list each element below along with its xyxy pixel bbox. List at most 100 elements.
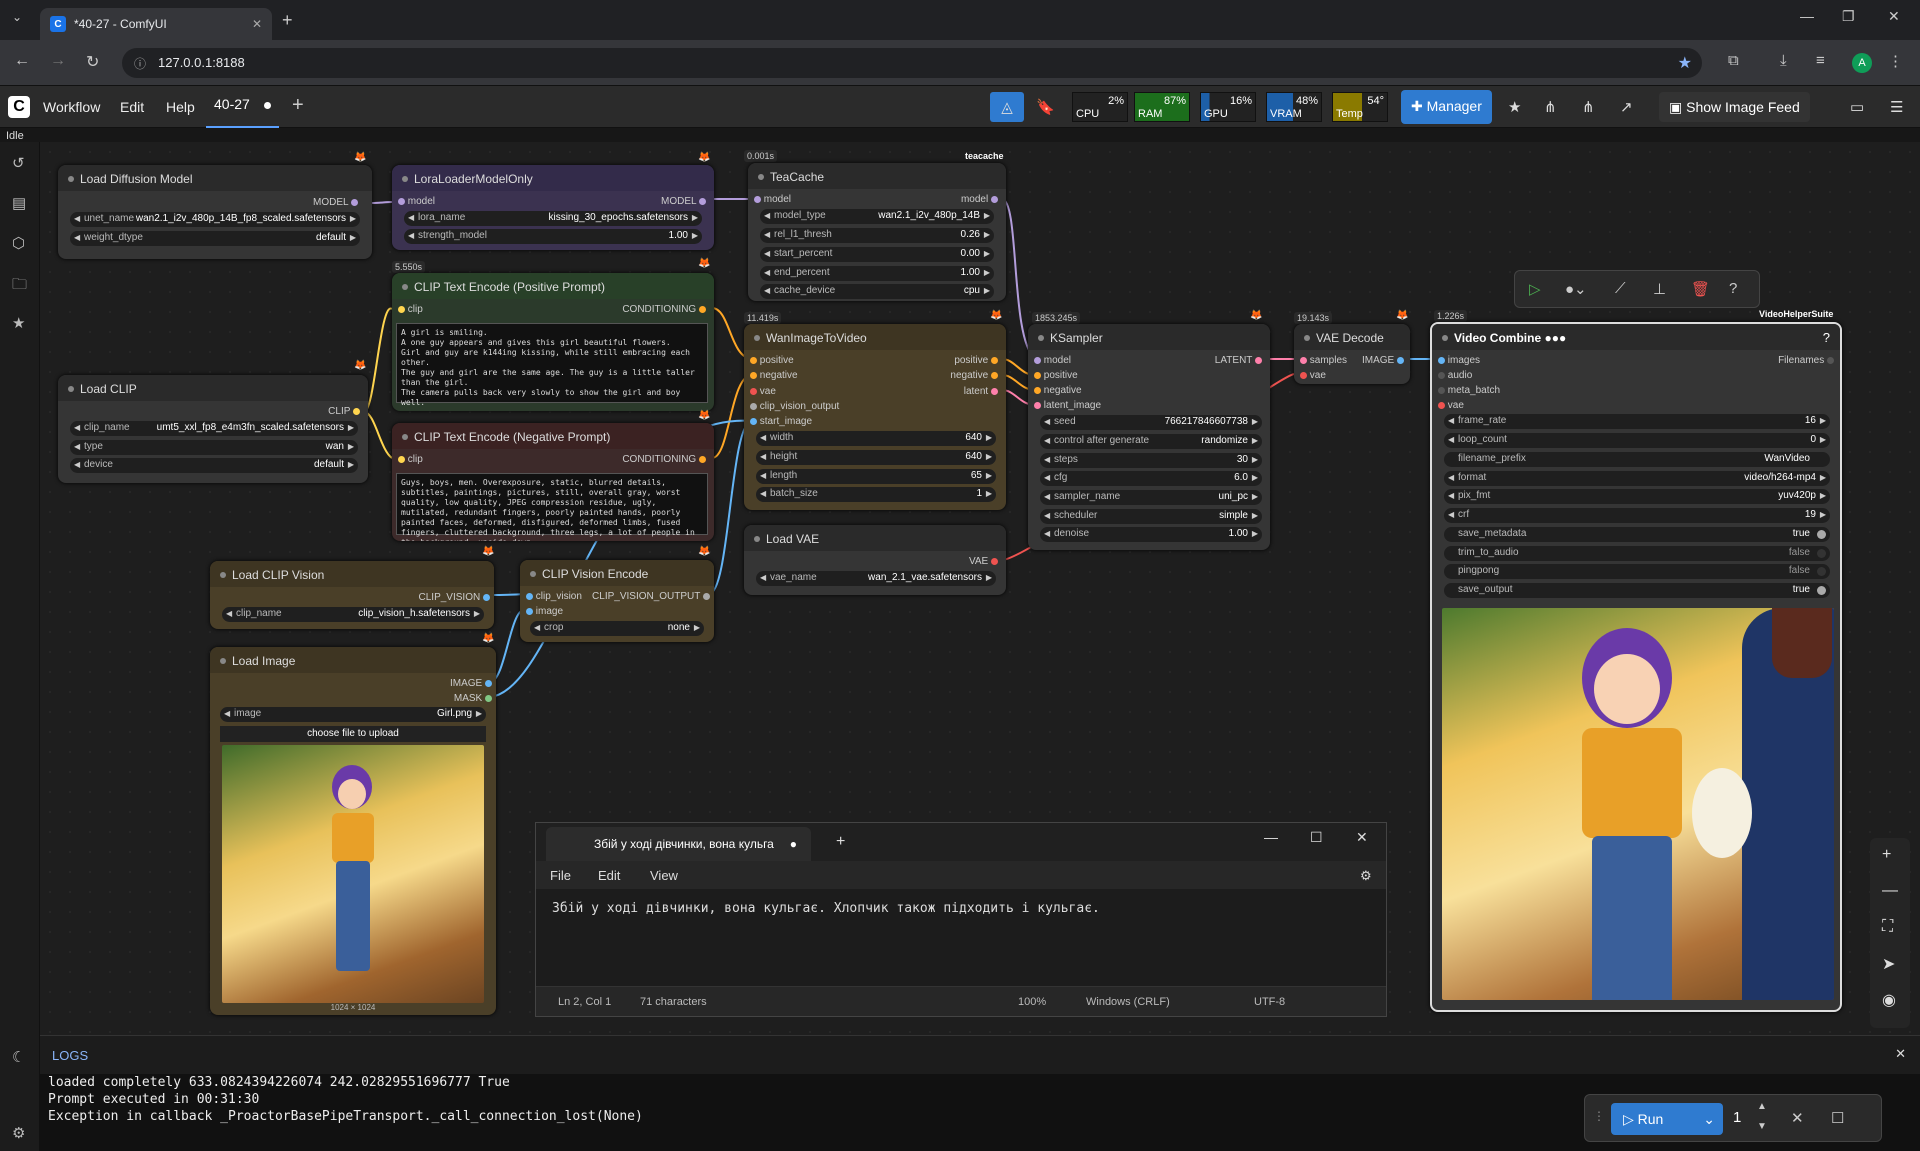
node-lora-loader[interactable]: LoraLoaderModelOnly model MODEL lora_nam… [392, 165, 714, 250]
node-load-clip-vision[interactable]: Load CLIP Vision CLIP_VISION clip_namecl… [210, 561, 494, 629]
input-meta-batch[interactable]: meta_batch [1438, 385, 1500, 396]
input-samples[interactable]: samples [1300, 355, 1347, 366]
toggle-pingpong[interactable]: pingpong false [1444, 564, 1830, 579]
tab-search-icon[interactable]: ⌄ [12, 10, 22, 24]
widget-denoise[interactable]: denoise 1.00 [1040, 527, 1262, 542]
widget-scheduler[interactable]: scheduler simple [1040, 509, 1262, 524]
input-clip-vision-output[interactable]: clip_vision_output [750, 401, 839, 412]
output-clip[interactable]: CLIP [328, 406, 360, 417]
output-model[interactable]: model [961, 194, 998, 205]
notepad-menu-edit[interactable]: Edit [598, 868, 620, 883]
stop-queue-icon[interactable]: ☐ [1831, 1109, 1844, 1127]
widget-width[interactable]: width 640 [756, 431, 996, 446]
input-model[interactable]: model [1034, 355, 1071, 366]
positive-prompt-textarea[interactable]: A girl is smiling. A one guy appears and… [396, 323, 708, 407]
output-positive[interactable]: positive [954, 355, 998, 366]
input-audio[interactable]: audio [1438, 370, 1472, 381]
input-positive[interactable]: positive [1034, 370, 1078, 381]
input-model[interactable]: model [398, 196, 435, 207]
menu-help[interactable]: Help [166, 99, 195, 115]
hamburger-icon[interactable]: ☰ [1890, 98, 1903, 116]
node-wan-image-to-video[interactable]: WanImageToVideo positive negative vae cl… [744, 324, 1006, 510]
node-load-image[interactable]: Load Image IMAGE MASK image Girl.png choo… [210, 647, 496, 1015]
widget-batch-size[interactable]: batch_size 1 [756, 487, 996, 502]
input-model[interactable]: model [754, 194, 791, 205]
notepad-tab[interactable]: Збій у ході дівчинки, вона кульга ● [546, 827, 811, 861]
widget-end-percent[interactable]: end_percent 1.00 [760, 266, 994, 281]
widget-loop-count[interactable]: loop_count 0 [1444, 433, 1830, 448]
bypass-icon[interactable]: ⟋ [1615, 280, 1626, 297]
comfyui-logo[interactable]: C [8, 96, 30, 118]
show-image-feed-button[interactable]: ▣ Show Image Feed [1659, 92, 1810, 122]
run-options-chevron-icon[interactable]: ⌄ [1703, 1111, 1715, 1128]
reload-icon[interactable]: ↻ [86, 52, 99, 72]
drag-handle-icon[interactable]: ⋮ [1593, 1109, 1605, 1123]
maximize-icon[interactable]: ☐ [1310, 829, 1323, 846]
widget-type[interactable]: type wan [70, 440, 358, 455]
output-vae[interactable]: VAE [969, 556, 998, 567]
address-bar[interactable]: ⓘ 127.0.0.1:8188 ★ [122, 48, 1702, 78]
more-dots-icon[interactable]: ●●● [1544, 331, 1566, 345]
output-image[interactable]: IMAGE [450, 678, 492, 689]
node-teacache[interactable]: TeaCache model model model_type wan2.1_i2… [748, 163, 1006, 301]
notepad-menu-file[interactable]: File [550, 868, 571, 883]
media-icon[interactable]: ≡ [1816, 52, 1825, 69]
notepad-new-tab-button[interactable]: + [836, 833, 845, 851]
widget-pix-fmt[interactable]: pix_fmt yuv420p [1444, 489, 1830, 504]
toggle-links-icon[interactable]: ◉ [1882, 990, 1896, 1010]
pan-mode-icon[interactable]: ➤ [1882, 954, 1895, 974]
back-icon[interactable]: ← [14, 52, 30, 70]
input-vae[interactable]: vae [750, 386, 776, 397]
pin-icon[interactable]: ⊥ [1653, 280, 1666, 298]
widget-model-type[interactable]: model_type wan2.1_i2v_480p_14B [760, 209, 994, 224]
widget-vae-name[interactable]: vae_name wan_2.1_vae.safetensors [756, 571, 996, 586]
star-icon[interactable]: ★ [1508, 98, 1521, 116]
output-mask[interactable]: MASK [454, 693, 492, 704]
widget-device[interactable]: device default [70, 458, 358, 473]
node-clip-text-encode-negative[interactable]: CLIP Text Encode (Negative Prompt) clip … [392, 423, 714, 541]
input-clip[interactable]: clip [398, 454, 423, 465]
widget-cache-device[interactable]: cache_device cpu [760, 284, 994, 299]
widget-rel-l1-thresh[interactable]: rel_l1_thresh 0.26 [760, 228, 994, 243]
flow2-icon[interactable]: ⋔ [1582, 98, 1595, 116]
input-negative[interactable]: negative [750, 370, 798, 381]
restore-icon[interactable]: ❐ [1842, 8, 1855, 25]
input-negative[interactable]: negative [1034, 385, 1082, 396]
run-node-icon[interactable]: ▷ [1529, 280, 1541, 298]
input-start-image[interactable]: start_image [750, 416, 812, 427]
download-icon[interactable]: ⤓ [1780, 52, 1787, 69]
input-positive[interactable]: positive [750, 355, 794, 366]
toggle-save-output[interactable]: save_output true [1444, 583, 1830, 598]
run-button[interactable]: ▷ Run ⌄ [1611, 1103, 1723, 1135]
delete-icon[interactable]: 🗑 [1691, 280, 1710, 298]
crystools-icon[interactable]: ◬ [990, 92, 1024, 122]
zoom-out-icon[interactable]: — [1882, 882, 1898, 900]
batch-count-input[interactable]: 1 [1733, 1109, 1741, 1126]
widget-weight-dtype[interactable]: weight_dtype default [70, 231, 360, 246]
output-latent[interactable]: latent [964, 386, 998, 397]
profile-avatar[interactable]: A [1852, 53, 1872, 73]
workflows-icon[interactable]: 🗀 [12, 274, 27, 299]
close-icon[interactable]: ✕ [1356, 829, 1368, 846]
widget-strength-model[interactable]: strength_model 1.00 [404, 229, 702, 244]
widget-filename-prefix[interactable]: filename_prefix WanVideo [1444, 452, 1830, 467]
widget-cfg[interactable]: cfg 6.0 [1040, 471, 1262, 486]
widget-start-percent[interactable]: start_percent 0.00 [760, 247, 994, 262]
share-icon[interactable]: ↗ [1620, 98, 1633, 116]
widget-length[interactable]: length 65 [756, 469, 996, 484]
output-image[interactable]: IMAGE [1362, 355, 1404, 366]
output-filenames[interactable]: Filenames [1778, 355, 1834, 366]
widget-seed[interactable]: seed 766217846607738 [1040, 415, 1262, 430]
widget-steps[interactable]: steps 30 [1040, 453, 1262, 468]
node-clip-vision-encode[interactable]: CLIP Vision Encode clip_vision image CLI… [520, 560, 714, 642]
widget-lora-name[interactable]: lora_name kissing_30_epochs.safetensors [404, 211, 702, 226]
new-tab-button[interactable]: + [282, 10, 293, 31]
toggle-trim-to-audio[interactable]: trim_to_audio false [1444, 546, 1830, 561]
close-logs-icon[interactable]: ✕ [1895, 1046, 1906, 1062]
node-load-clip[interactable]: Load CLIP CLIP clip_name umt5_xxl_fp8_e4m… [58, 375, 368, 483]
toggle-save-metadata[interactable]: save_metadata true [1444, 527, 1830, 542]
forward-icon[interactable]: → [50, 52, 66, 70]
widget-format[interactable]: format video/h264-mp4 [1444, 471, 1830, 486]
color-picker-icon[interactable]: ●⌄ [1565, 280, 1587, 298]
theme-icon[interactable]: ☾ [12, 1048, 25, 1066]
